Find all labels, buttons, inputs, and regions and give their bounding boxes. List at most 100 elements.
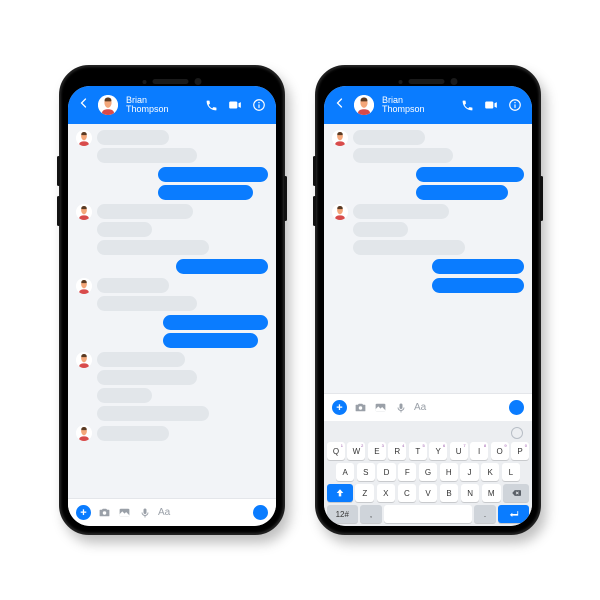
key-,[interactable]: , — [360, 505, 382, 523]
message-bubble[interactable] — [158, 167, 268, 182]
gallery-icon[interactable] — [118, 506, 131, 519]
message-bubble[interactable] — [432, 278, 524, 293]
sender-avatar[interactable] — [76, 425, 92, 441]
key-j[interactable]: J — [460, 463, 478, 481]
key-i[interactable]: I8 — [470, 442, 488, 460]
volume-up-button[interactable] — [313, 156, 316, 186]
message-bubble[interactable] — [416, 185, 508, 200]
key-z[interactable]: Z — [355, 484, 374, 502]
message-bubble[interactable] — [416, 167, 524, 182]
key-r[interactable]: R4 — [388, 442, 406, 460]
enter-key[interactable] — [498, 505, 529, 523]
key-c[interactable]: C — [398, 484, 417, 502]
key-u[interactable]: U7 — [450, 442, 468, 460]
key-space[interactable] — [384, 505, 471, 523]
message-bubble[interactable] — [163, 333, 258, 348]
info-icon[interactable] — [508, 98, 522, 112]
camera-icon[interactable] — [98, 506, 111, 519]
sender-avatar[interactable] — [76, 352, 92, 368]
message-bubble[interactable] — [97, 370, 197, 385]
key-b[interactable]: B — [440, 484, 459, 502]
message-bubble[interactable] — [163, 315, 268, 330]
sender-avatar[interactable] — [332, 204, 348, 220]
message-bubble[interactable] — [353, 240, 465, 255]
chat-thread[interactable] — [324, 124, 532, 393]
message-bubble[interactable] — [97, 406, 209, 421]
message-bubble[interactable] — [353, 148, 453, 163]
key-l[interactable]: L — [502, 463, 520, 481]
message-bubble[interactable] — [176, 259, 268, 274]
message-bubble[interactable] — [97, 222, 152, 237]
volume-up-button[interactable] — [57, 156, 60, 186]
info-icon[interactable] — [252, 98, 266, 112]
message-bubble[interactable] — [158, 185, 253, 200]
sender-avatar[interactable] — [76, 130, 92, 146]
message-bubble[interactable] — [97, 204, 193, 219]
mic-icon[interactable] — [394, 401, 407, 414]
emoji-button[interactable] — [509, 400, 524, 415]
volume-down-button[interactable] — [313, 196, 316, 226]
message-bubble[interactable] — [97, 278, 169, 293]
message-group — [332, 204, 524, 255]
add-button[interactable]: + — [76, 505, 91, 520]
sender-avatar[interactable] — [332, 130, 348, 146]
message-bubble[interactable] — [97, 388, 152, 403]
key-y[interactable]: Y6 — [429, 442, 447, 460]
key-12#[interactable]: 12# — [327, 505, 358, 523]
message-bubble[interactable] — [97, 130, 169, 145]
key-m[interactable]: M — [482, 484, 501, 502]
key-o[interactable]: O9 — [491, 442, 509, 460]
key-h[interactable]: H — [440, 463, 458, 481]
back-button[interactable] — [78, 96, 90, 114]
video-icon[interactable] — [228, 98, 242, 112]
contact-avatar[interactable] — [354, 95, 374, 115]
add-button[interactable]: + — [332, 400, 347, 415]
key-.[interactable]: . — [474, 505, 496, 523]
key-p[interactable]: P0 — [511, 442, 529, 460]
key-n[interactable]: N — [461, 484, 480, 502]
key-a[interactable]: A — [336, 463, 354, 481]
sender-avatar[interactable] — [76, 278, 92, 294]
key-f[interactable]: F — [398, 463, 416, 481]
key-d[interactable]: D — [377, 463, 395, 481]
key-x[interactable]: X — [377, 484, 396, 502]
key-q[interactable]: Q1 — [327, 442, 345, 460]
key-k[interactable]: K — [481, 463, 499, 481]
key-e[interactable]: E3 — [368, 442, 386, 460]
message-bubble[interactable] — [432, 259, 524, 274]
call-icon[interactable] — [204, 98, 218, 112]
message-bubble[interactable] — [97, 240, 209, 255]
camera-icon[interactable] — [354, 401, 367, 414]
key-w[interactable]: W2 — [347, 442, 365, 460]
message-bubble[interactable] — [353, 130, 425, 145]
key-g[interactable]: G — [419, 463, 437, 481]
message-bubble[interactable] — [97, 426, 169, 441]
contact-avatar[interactable] — [98, 95, 118, 115]
sender-avatar[interactable] — [76, 204, 92, 220]
message-group — [332, 130, 524, 163]
message-bubble[interactable] — [97, 352, 185, 367]
backspace-key[interactable] — [503, 484, 529, 502]
chat-thread[interactable] — [68, 124, 276, 498]
gallery-icon[interactable] — [374, 401, 387, 414]
keyboard: Q1W2E3R4T5Y6U7I8O9P0 ASDFGHJKL ZXCVBNM 1… — [324, 421, 532, 526]
message-bubble[interactable] — [353, 204, 449, 219]
volume-down-button[interactable] — [57, 196, 60, 226]
keyboard-emoji-icon[interactable] — [511, 427, 523, 439]
message-bubble[interactable] — [353, 222, 408, 237]
message-input[interactable]: Aa — [414, 402, 502, 413]
power-button[interactable] — [284, 176, 287, 221]
emoji-button[interactable] — [253, 505, 268, 520]
key-t[interactable]: T5 — [409, 442, 427, 460]
message-bubble[interactable] — [97, 296, 197, 311]
call-icon[interactable] — [460, 98, 474, 112]
mic-icon[interactable] — [138, 506, 151, 519]
video-icon[interactable] — [484, 98, 498, 112]
power-button[interactable] — [540, 176, 543, 221]
key-s[interactable]: S — [357, 463, 375, 481]
back-button[interactable] — [334, 96, 346, 114]
message-bubble[interactable] — [97, 148, 197, 163]
message-input[interactable]: Aa — [158, 507, 246, 518]
key-v[interactable]: V — [419, 484, 438, 502]
shift-key[interactable] — [327, 484, 353, 502]
